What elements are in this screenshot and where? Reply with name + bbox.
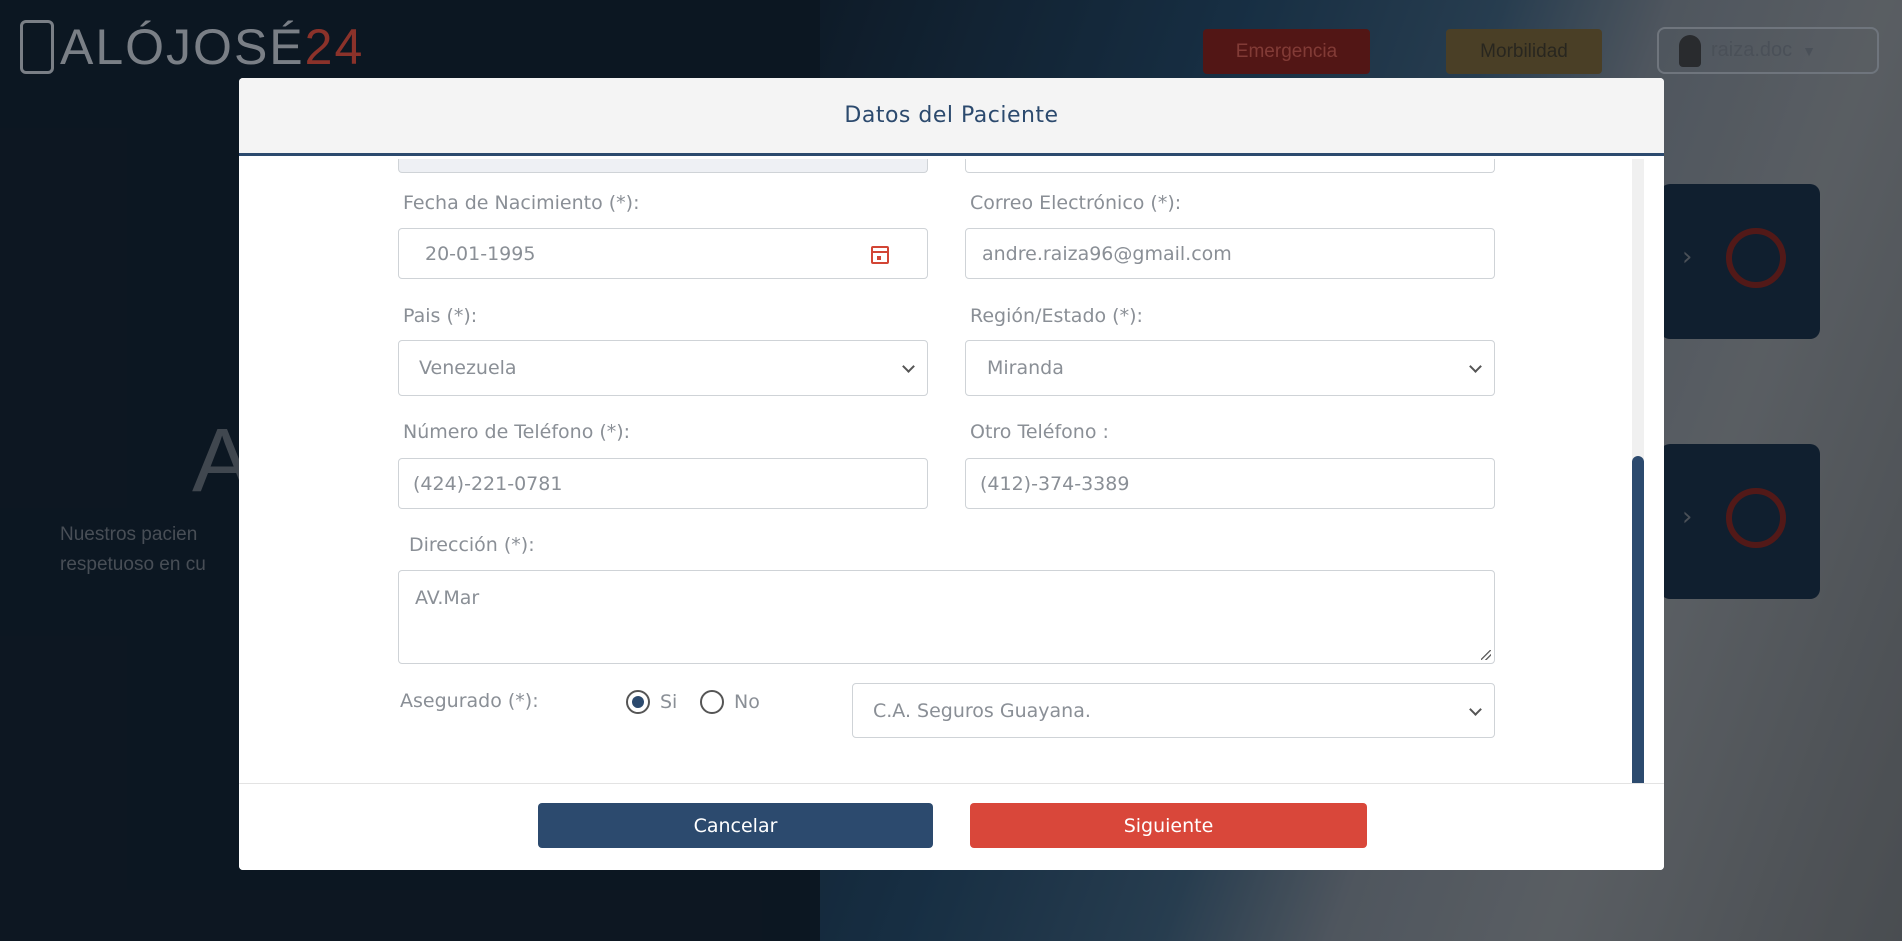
country-label: Pais (*): [403,305,478,327]
modal-title: Datos del Paciente [844,103,1059,128]
email-value: andre.raiza96@gmail.com [982,242,1232,265]
other-phone-label: Otro Teléfono : [970,421,1109,443]
insurer-value: C.A. Seguros Guayana. [873,699,1091,722]
birthdate-label: Fecha de Nacimiento (*): [403,192,640,214]
country-select[interactable]: Venezuela [398,340,928,396]
insured-no-option[interactable]: No [700,690,760,714]
patient-data-modal: Datos del Paciente Fecha de Nacimiento (… [239,78,1664,870]
calendar-icon[interactable] [871,246,889,264]
email-label: Correo Electrónico (*): [970,192,1182,214]
region-select[interactable]: Miranda [965,340,1495,396]
next-button[interactable]: Siguiente [970,803,1367,848]
other-phone-value: (412)-374-3389 [980,472,1130,495]
insured-yes-option[interactable]: Si [626,690,677,714]
insurer-select[interactable]: C.A. Seguros Guayana. [852,683,1495,738]
insured-no-label: No [734,691,760,713]
birthdate-value: 20-01-1995 [425,242,536,265]
phone-label: Número de Teléfono (*): [403,421,631,443]
country-value: Venezuela [419,357,517,379]
birthdate-field[interactable]: 20-01-1995 [398,228,928,279]
address-textarea[interactable]: AV.Mar [398,570,1495,664]
insured-yes-radio[interactable] [626,690,650,714]
insured-no-radio[interactable] [700,690,724,714]
modal-header: Datos del Paciente [239,78,1664,156]
insured-yes-label: Si [660,691,678,713]
insured-label: Asegurado (*): [400,690,539,712]
partial-input-right[interactable] [965,159,1495,173]
phone-field[interactable]: (424)-221-0781 [398,458,928,509]
modal-body: Fecha de Nacimiento (*): 20-01-1995 Corr… [239,159,1664,861]
modal-footer: Cancelar Siguiente [239,783,1664,870]
region-value: Miranda [987,357,1064,379]
partial-input-left[interactable] [398,159,928,173]
resize-handle[interactable] [1481,650,1491,660]
address-value: AV.Mar [415,587,480,609]
phone-value: (424)-221-0781 [413,472,563,495]
address-label: Dirección (*): [409,534,535,556]
other-phone-field[interactable]: (412)-374-3389 [965,458,1495,509]
region-label: Región/Estado (*): [970,305,1143,327]
cancel-button[interactable]: Cancelar [538,803,933,848]
email-field[interactable]: andre.raiza96@gmail.com [965,228,1495,279]
